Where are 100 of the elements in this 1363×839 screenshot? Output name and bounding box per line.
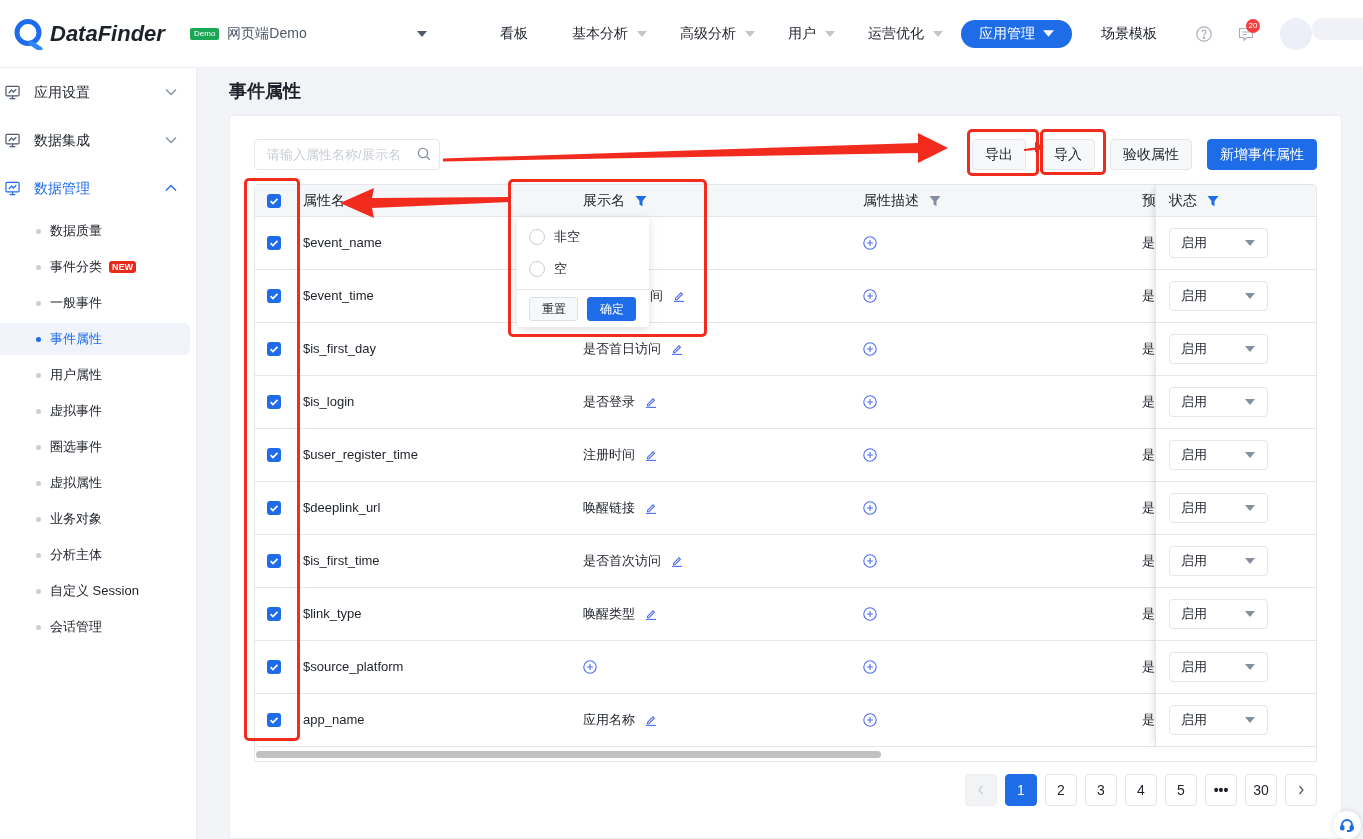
- page-button[interactable]: 5: [1165, 774, 1197, 806]
- edit-icon[interactable]: [645, 714, 657, 726]
- filter-option[interactable]: 空: [517, 253, 649, 285]
- add-icon[interactable]: [863, 342, 877, 356]
- add-icon[interactable]: [863, 660, 877, 674]
- toolbar-button[interactable]: 导入: [1041, 139, 1095, 170]
- scrollbar-thumb[interactable]: [256, 750, 881, 758]
- status-select[interactable]: 启用: [1169, 599, 1268, 629]
- row-checkbox[interactable]: [267, 289, 281, 303]
- nav-tab[interactable]: 运营优化: [853, 19, 958, 48]
- table-cell-text: $is_first_time: [303, 552, 380, 571]
- toolbar-button[interactable]: 验收属性: [1110, 139, 1192, 170]
- monitor-chart-icon: [5, 132, 20, 148]
- page-button[interactable]: 3: [1085, 774, 1117, 806]
- row-checkbox[interactable]: [267, 342, 281, 356]
- table-cell-text: 应用名称: [583, 711, 635, 730]
- nav-tab[interactable]: 高级分析: [665, 19, 770, 48]
- sidebar-group[interactable]: 应用设置: [0, 68, 196, 116]
- popup-button[interactable]: 重置: [529, 297, 578, 321]
- sidebar-item[interactable]: 一般事件: [0, 287, 190, 319]
- toolbar-button[interactable]: 导出: [972, 139, 1026, 170]
- status-select[interactable]: 启用: [1169, 652, 1268, 682]
- demo-badge: Demo: [190, 27, 220, 40]
- page-button[interactable]: 30: [1245, 774, 1277, 806]
- chevron-up-icon: [165, 184, 177, 192]
- table-cell-text: 是: [1142, 446, 1155, 465]
- edit-icon[interactable]: [645, 396, 657, 408]
- sidebar-item[interactable]: 事件分类 NEW: [0, 251, 190, 283]
- add-icon[interactable]: [863, 395, 877, 409]
- table-cell-text: $source_platform: [303, 658, 404, 677]
- row-checkbox[interactable]: [267, 236, 281, 250]
- page-button[interactable]: 4: [1125, 774, 1157, 806]
- row-checkbox[interactable]: [267, 501, 281, 515]
- row-checkbox[interactable]: [267, 448, 281, 462]
- filter-option[interactable]: 非空: [517, 221, 649, 253]
- support-button[interactable]: [1333, 811, 1361, 839]
- sidebar-item[interactable]: 分析主体: [0, 539, 190, 571]
- search-icon[interactable]: [417, 147, 431, 161]
- add-icon[interactable]: [863, 607, 877, 621]
- table-cell-text: 是: [1142, 393, 1155, 412]
- status-select[interactable]: 启用: [1169, 334, 1268, 364]
- edit-icon[interactable]: [671, 343, 683, 355]
- add-icon[interactable]: [863, 713, 877, 727]
- add-icon[interactable]: [863, 289, 877, 303]
- status-select[interactable]: 启用: [1169, 387, 1268, 417]
- popup-button[interactable]: 确定: [587, 297, 636, 321]
- add-icon[interactable]: [583, 660, 597, 674]
- row-checkbox[interactable]: [267, 395, 281, 409]
- caret-icon: [1245, 240, 1255, 246]
- add-icon[interactable]: [863, 448, 877, 462]
- status-select[interactable]: 启用: [1169, 546, 1268, 576]
- toolbar-button[interactable]: 新增事件属性: [1207, 139, 1317, 170]
- sidebar-group[interactable]: 数据集成: [0, 116, 196, 164]
- edit-icon[interactable]: [671, 555, 683, 567]
- caret-icon: [1245, 505, 1255, 511]
- nav-tab[interactable]: 看板: [474, 19, 554, 48]
- filter-icon[interactable]: [635, 194, 647, 207]
- sidebar-item[interactable]: 虚拟事件: [0, 395, 190, 427]
- more-pages-button[interactable]: •••: [1205, 774, 1237, 806]
- add-icon[interactable]: [863, 236, 877, 250]
- sidebar-item[interactable]: 圈选事件: [0, 431, 190, 463]
- edit-icon[interactable]: [645, 502, 657, 514]
- help-icon[interactable]: [1196, 25, 1212, 42]
- edit-icon[interactable]: [645, 449, 657, 461]
- filter-icon[interactable]: [1207, 194, 1219, 207]
- table-cell-text: 是否首日访问: [583, 340, 661, 359]
- add-icon[interactable]: [863, 501, 877, 515]
- status-select[interactable]: 启用: [1169, 281, 1268, 311]
- row-checkbox[interactable]: [267, 660, 281, 674]
- column-header: 状态: [1169, 191, 1197, 210]
- page-button[interactable]: 1: [1005, 774, 1037, 806]
- row-checkbox[interactable]: [267, 713, 281, 727]
- sidebar-item[interactable]: 业务对象: [0, 503, 190, 535]
- status-select[interactable]: 启用: [1169, 493, 1268, 523]
- sidebar-item[interactable]: 自定义 Session: [0, 575, 190, 607]
- edit-icon[interactable]: [645, 608, 657, 620]
- headset-icon: [1339, 817, 1355, 833]
- sidebar-group[interactable]: 数据管理: [0, 164, 196, 212]
- edit-icon[interactable]: [673, 290, 685, 302]
- column-header: 预: [1142, 191, 1155, 210]
- nav-tab[interactable]: 场景模板: [1075, 19, 1183, 48]
- sidebar-item[interactable]: 数据质量: [0, 215, 190, 247]
- status-select[interactable]: 启用: [1169, 228, 1268, 258]
- sidebar-item[interactable]: 会话管理: [0, 611, 190, 643]
- status-select[interactable]: 启用: [1169, 440, 1268, 470]
- project-selector[interactable]: Demo 网页端Demo: [190, 23, 430, 44]
- sidebar-item[interactable]: 用户属性: [0, 359, 190, 391]
- filter-icon[interactable]: [929, 194, 941, 207]
- new-badge: NEW: [109, 261, 136, 273]
- sidebar-item[interactable]: 虚拟属性: [0, 467, 190, 499]
- nav-tab[interactable]: 用户: [773, 19, 850, 48]
- nav-tab[interactable]: 应用管理: [961, 19, 1072, 48]
- nav-tab[interactable]: 基本分析: [557, 19, 662, 48]
- page-button[interactable]: 2: [1045, 774, 1077, 806]
- row-checkbox[interactable]: [267, 554, 281, 568]
- add-icon[interactable]: [863, 554, 877, 568]
- sidebar-item[interactable]: 事件属性: [0, 323, 190, 355]
- status-select[interactable]: 启用: [1169, 705, 1268, 735]
- select-all-checkbox[interactable]: [267, 193, 281, 208]
- row-checkbox[interactable]: [267, 607, 281, 621]
